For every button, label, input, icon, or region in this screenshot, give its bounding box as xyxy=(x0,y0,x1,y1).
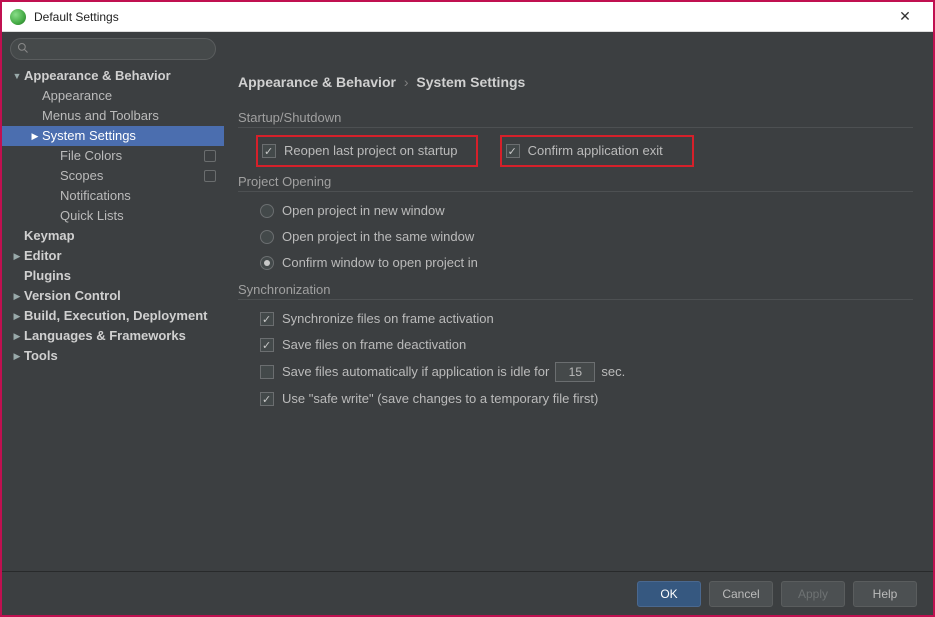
chevron-right-icon: ▶ xyxy=(12,286,22,306)
sidebar-item-label: Appearance & Behavior xyxy=(24,66,171,86)
search-input[interactable] xyxy=(10,38,216,60)
checkbox-icon xyxy=(260,365,274,379)
sidebar-item-languages-frameworks[interactable]: ▶Languages & Frameworks xyxy=(2,326,224,346)
sidebar-item-label: Languages & Frameworks xyxy=(24,326,186,346)
settings-sidebar: ▼Appearance & Behavior▶Appearance▶Menus … xyxy=(2,64,224,571)
sidebar-item-label: Tools xyxy=(24,346,58,366)
sidebar-item-label: Scopes xyxy=(60,166,103,186)
sidebar-item-label: Plugins xyxy=(24,266,71,286)
breadcrumb: Appearance & Behavior › System Settings xyxy=(238,64,913,104)
radio-icon xyxy=(260,204,274,218)
checkbox-reopen-last-project[interactable]: Reopen last project on startup xyxy=(258,138,457,164)
sidebar-item-build-execution-deployment[interactable]: ▶Build, Execution, Deployment xyxy=(2,306,224,326)
checkbox-safe-write[interactable]: Use "safe write" (save changes to a temp… xyxy=(238,386,913,412)
help-button[interactable]: Help xyxy=(853,581,917,607)
radio-icon xyxy=(260,230,274,244)
sidebar-item-quick-lists[interactable]: ▶Quick Lists xyxy=(2,206,224,226)
chevron-right-icon: ▶ xyxy=(12,246,22,266)
ok-button[interactable]: OK xyxy=(637,581,701,607)
sidebar-item-menus-and-toolbars[interactable]: ▶Menus and Toolbars xyxy=(2,106,224,126)
dialog-footer: OK Cancel Apply Help xyxy=(2,571,933,615)
sidebar-item-label: Version Control xyxy=(24,286,121,306)
sidebar-item-label: Editor xyxy=(24,246,62,266)
sidebar-item-label: Notifications xyxy=(60,186,131,206)
app-icon xyxy=(10,9,26,25)
checkbox-icon xyxy=(260,392,274,406)
chevron-right-icon: ▶ xyxy=(30,126,40,146)
section-synchronization: Synchronization xyxy=(238,276,913,300)
titlebar: Default Settings ✕ xyxy=(2,2,933,32)
chevron-right-icon: ▶ xyxy=(12,346,22,366)
checkbox-sync-on-activation[interactable]: Synchronize files on frame activation xyxy=(238,306,913,332)
section-project-opening: Project Opening xyxy=(238,168,913,192)
radio-confirm-window[interactable]: Confirm window to open project in xyxy=(238,250,913,276)
checkbox-icon xyxy=(260,312,274,326)
sidebar-item-version-control[interactable]: ▶Version Control xyxy=(2,286,224,306)
section-startup: Startup/Shutdown xyxy=(238,104,913,128)
highlight-confirm-exit: Confirm application exit xyxy=(500,135,694,167)
settings-content: Appearance & Behavior › System Settings … xyxy=(224,64,933,571)
project-badge-icon xyxy=(204,150,216,162)
sidebar-item-plugins[interactable]: ▶Plugins xyxy=(2,266,224,286)
checkbox-confirm-exit[interactable]: Confirm application exit xyxy=(502,138,663,164)
radio-open-same-window[interactable]: Open project in the same window xyxy=(238,224,913,250)
close-icon[interactable]: ✕ xyxy=(885,8,925,25)
sidebar-item-tools[interactable]: ▶Tools xyxy=(2,346,224,366)
project-badge-icon xyxy=(204,170,216,182)
breadcrumb-current: System Settings xyxy=(416,74,525,90)
window-title: Default Settings xyxy=(34,10,885,24)
sidebar-item-label: Keymap xyxy=(24,226,75,246)
sidebar-item-label: System Settings xyxy=(42,126,136,146)
radio-open-new-window[interactable]: Open project in new window xyxy=(238,198,913,224)
sidebar-item-notifications[interactable]: ▶Notifications xyxy=(2,186,224,206)
chevron-right-icon: ▶ xyxy=(12,306,22,326)
cancel-button[interactable]: Cancel xyxy=(709,581,773,607)
chevron-right-icon: › xyxy=(404,74,409,90)
sidebar-item-label: Quick Lists xyxy=(60,206,124,226)
search-bar xyxy=(2,32,933,64)
chevron-right-icon: ▶ xyxy=(12,326,22,346)
sidebar-item-appearance-behavior[interactable]: ▼Appearance & Behavior xyxy=(2,66,224,86)
sidebar-item-label: Menus and Toolbars xyxy=(42,106,159,126)
highlight-reopen: Reopen last project on startup xyxy=(256,135,478,167)
sidebar-item-file-colors[interactable]: ▶File Colors xyxy=(2,146,224,166)
checkbox-icon xyxy=(260,338,274,352)
breadcrumb-parent[interactable]: Appearance & Behavior xyxy=(238,74,396,90)
checkbox-auto-save-idle[interactable]: Save files automatically if application … xyxy=(238,358,913,386)
checkbox-save-on-deactivation[interactable]: Save files on frame deactivation xyxy=(238,332,913,358)
checkbox-icon xyxy=(262,144,276,158)
sidebar-item-keymap[interactable]: ▶Keymap xyxy=(2,226,224,246)
radio-icon xyxy=(260,256,274,270)
apply-button[interactable]: Apply xyxy=(781,581,845,607)
sidebar-item-appearance[interactable]: ▶Appearance xyxy=(2,86,224,106)
checkbox-icon xyxy=(506,144,520,158)
sidebar-item-editor[interactable]: ▶Editor xyxy=(2,246,224,266)
sidebar-item-label: File Colors xyxy=(60,146,122,166)
idle-seconds-input[interactable] xyxy=(555,362,595,382)
sidebar-item-scopes[interactable]: ▶Scopes xyxy=(2,166,224,186)
sidebar-item-label: Build, Execution, Deployment xyxy=(24,306,207,326)
chevron-down-icon: ▼ xyxy=(12,66,22,86)
sidebar-item-system-settings[interactable]: ▶System Settings xyxy=(2,126,224,146)
sidebar-item-label: Appearance xyxy=(42,86,112,106)
